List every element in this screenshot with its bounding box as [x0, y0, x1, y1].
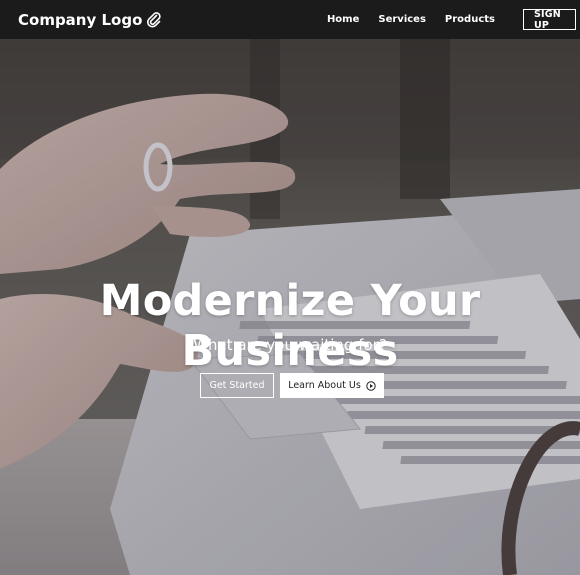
signup-button[interactable]: SIGN UP [523, 9, 576, 31]
paperclip-icon [147, 11, 162, 28]
hero-section: Modernize Your Business What are you wai… [0, 39, 580, 575]
play-circle-icon [366, 380, 376, 391]
nav-links: Home Services Products SIGN UP [327, 9, 576, 31]
nav-link-home[interactable]: Home [327, 14, 359, 25]
navbar: Company Logo Home Services Products SIGN… [0, 0, 580, 39]
nav-link-products[interactable]: Products [445, 14, 495, 25]
hero-buttons: Get Started Learn About Us [200, 373, 384, 398]
hero-subtitle: What are you waiting for? [193, 336, 387, 354]
brand-text: Company Logo [18, 10, 143, 29]
brand-logo[interactable]: Company Logo [18, 10, 162, 29]
get-started-button[interactable]: Get Started [200, 373, 274, 398]
learn-about-us-button[interactable]: Learn About Us [280, 373, 384, 398]
nav-link-services[interactable]: Services [378, 14, 426, 25]
learn-about-us-label: Learn About Us [288, 380, 361, 391]
hero-title: Modernize Your Business [99, 276, 481, 376]
